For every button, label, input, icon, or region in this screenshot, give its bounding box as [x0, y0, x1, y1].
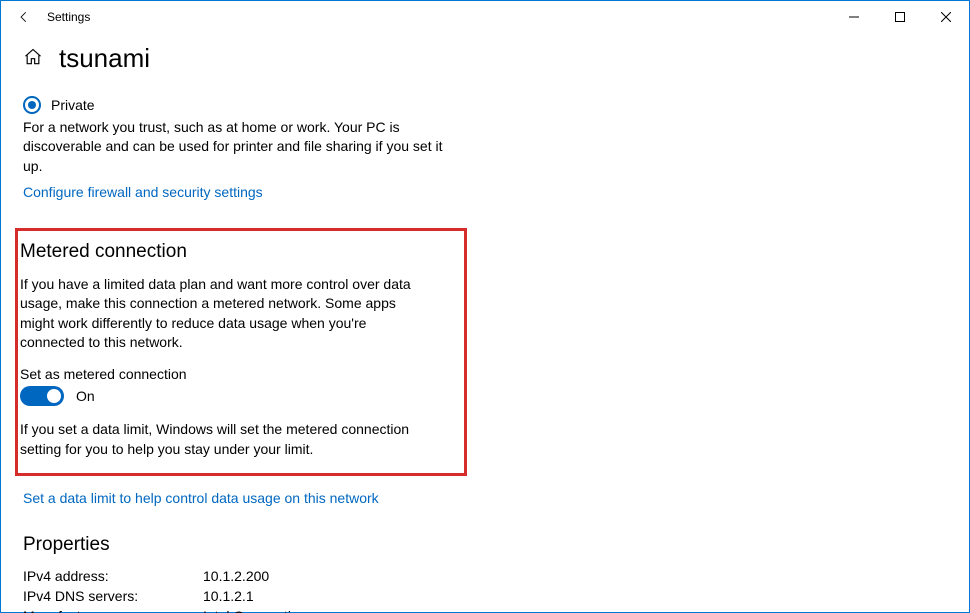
- prop-key: IPv4 address:: [23, 566, 203, 586]
- radio-label: Private: [51, 97, 95, 113]
- metered-toggle-row: On: [20, 386, 454, 406]
- minimize-button[interactable]: [831, 1, 877, 33]
- profile-private-radio[interactable]: Private: [23, 96, 453, 114]
- properties-heading: Properties: [23, 534, 947, 556]
- metered-toggle-label: Set as metered connection: [20, 366, 454, 382]
- content-area: tsunami Private For a network you trust,…: [1, 33, 969, 613]
- titlebar: Settings: [1, 1, 969, 33]
- settings-window: Settings tsunami Private For a network y…: [0, 0, 970, 613]
- profile-description: For a network you trust, such as at home…: [23, 118, 453, 176]
- back-button[interactable]: [1, 1, 47, 33]
- metered-footer: If you set a data limit, Windows will se…: [20, 420, 430, 459]
- metered-intro: If you have a limited data plan and want…: [20, 275, 430, 352]
- metered-connection-section: Metered connection If you have a limited…: [15, 228, 467, 476]
- firewall-settings-link[interactable]: Configure firewall and security settings: [23, 184, 453, 200]
- prop-key: IPv4 DNS servers:: [23, 586, 203, 606]
- page-header: tsunami: [23, 43, 947, 74]
- window-title: Settings: [47, 10, 90, 24]
- home-icon[interactable]: [23, 47, 43, 70]
- network-profile-section: Private For a network you trust, such as…: [23, 96, 453, 200]
- prop-value: 10.1.2.200: [203, 566, 307, 586]
- prop-value: 10.1.2.1: [203, 586, 307, 606]
- metered-toggle-state: On: [76, 388, 95, 404]
- maximize-button[interactable]: [877, 1, 923, 33]
- table-row: Manufacturer:Intel Corporation: [23, 606, 307, 613]
- toggle-knob-icon: [47, 389, 61, 403]
- prop-key: Manufacturer:: [23, 606, 203, 613]
- prop-value: Intel Corporation: [203, 606, 307, 613]
- page-title: tsunami: [59, 43, 150, 74]
- table-row: IPv4 address:10.1.2.200: [23, 566, 307, 586]
- radio-selected-icon: [23, 96, 41, 114]
- metered-heading: Metered connection: [20, 241, 454, 263]
- table-row: IPv4 DNS servers:10.1.2.1: [23, 586, 307, 606]
- properties-table: IPv4 address:10.1.2.200 IPv4 DNS servers…: [23, 566, 307, 613]
- metered-toggle[interactable]: [20, 386, 64, 406]
- window-controls: [831, 1, 969, 33]
- data-limit-link[interactable]: Set a data limit to help control data us…: [23, 490, 947, 506]
- close-button[interactable]: [923, 1, 969, 33]
